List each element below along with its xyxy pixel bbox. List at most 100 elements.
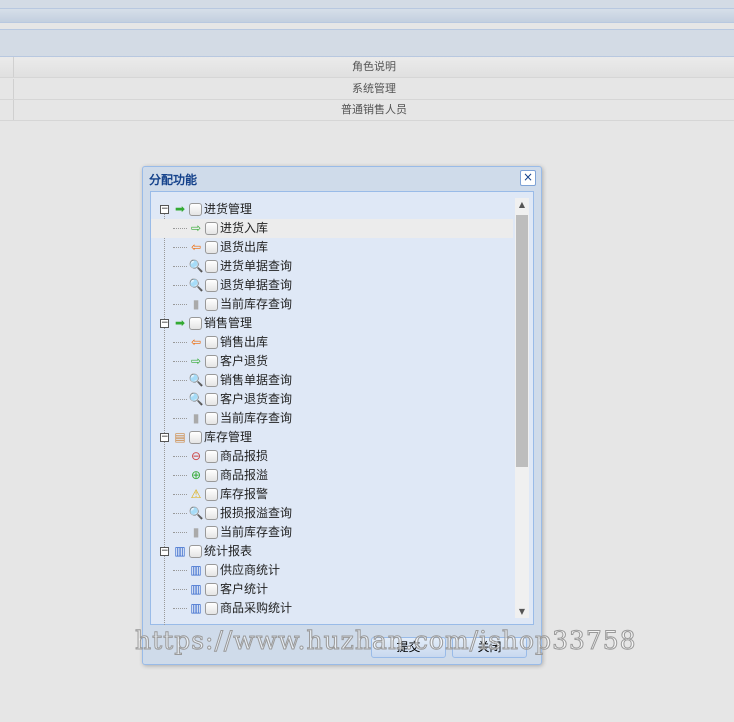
checkbox[interactable] xyxy=(205,279,218,292)
tree-node-label: 退货出库 xyxy=(220,240,269,254)
arrow-right-icon: ⇨ xyxy=(190,221,202,235)
checkbox[interactable] xyxy=(205,450,218,463)
tree-node-label: 进货入库 xyxy=(220,221,269,235)
tree-node-label: 退货单据查询 xyxy=(220,278,293,292)
doc-search-icon: 🔍 xyxy=(188,373,204,387)
tree-item[interactable]: ▥ 商品采购统计 xyxy=(151,599,513,618)
tree-node-label: 商品报溢 xyxy=(220,468,269,482)
collapse-toggle-icon[interactable]: − xyxy=(160,205,169,214)
tree-item[interactable]: ▥ 供应商统计 xyxy=(151,561,513,580)
tree-item[interactable]: ⊖ 商品报损 xyxy=(151,447,513,466)
doc-search-icon: 🔍 xyxy=(188,506,204,520)
cell-role-desc: 普通销售人员 xyxy=(341,103,407,116)
table-row[interactable]: 系统管理 xyxy=(0,79,734,100)
checkbox[interactable] xyxy=(205,222,218,235)
checkbox[interactable] xyxy=(205,374,218,387)
tree-item[interactable]: ⇨ 客户退货 xyxy=(151,352,513,371)
close-icon[interactable]: × xyxy=(520,170,536,186)
checkbox[interactable] xyxy=(189,545,202,558)
tree-group[interactable]: − ➡ 销售管理 xyxy=(151,314,513,333)
bar-chart-icon: ▥ xyxy=(174,544,186,558)
tree-item[interactable]: ⇨ 进货入库 xyxy=(151,219,513,238)
checkbox[interactable] xyxy=(205,488,218,501)
tree-node-label: 当前库存查询 xyxy=(220,525,293,539)
tree-node-label: 报损报溢查询 xyxy=(220,506,293,520)
tree-item[interactable]: 🔍 客户退货查询 xyxy=(151,390,513,409)
scrollbar-thumb[interactable] xyxy=(516,215,528,467)
tree-node-label: 进货管理 xyxy=(204,202,253,216)
arrow-left-icon: ⇦ xyxy=(190,240,202,254)
checkbox[interactable] xyxy=(205,336,218,349)
tree-item[interactable]: 🔍 报损报溢查询 xyxy=(151,504,513,523)
checkbox[interactable] xyxy=(189,317,202,330)
checkbox[interactable] xyxy=(205,393,218,406)
database-icon: ▮ xyxy=(192,411,200,425)
checkbox[interactable] xyxy=(189,203,202,216)
tree-node-label: 商品报损 xyxy=(220,449,269,463)
collapse-toggle-icon[interactable]: − xyxy=(160,319,169,328)
tree-item[interactable]: ⇦ 退货出库 xyxy=(151,238,513,257)
tree-node-label: 库存管理 xyxy=(204,430,253,444)
tree-node-label: 销售单据查询 xyxy=(220,373,293,387)
tree-group[interactable]: − ▤ 库存管理 xyxy=(151,428,513,447)
tree-item[interactable]: ▥ 客户统计 xyxy=(151,580,513,599)
doc-search-icon: 🔍 xyxy=(188,278,204,292)
checkbox[interactable] xyxy=(205,507,218,520)
function-tree: − ➡ 进货管理 ⇨ 进货入库 ⇦ 退货出库 🔍 进货单据查询 🔍 退货单据查询 ▮ 当前库存查询 − ➡ 销… xyxy=(151,200,513,625)
collapse-toggle-icon[interactable]: − xyxy=(160,547,169,556)
db-minus-icon: ⊖ xyxy=(190,449,202,463)
tree-item[interactable]: ▮ 当前库存查询 xyxy=(151,523,513,542)
scrollbar[interactable]: ▲ ▼ xyxy=(515,198,529,618)
tree-item[interactable]: ⇦ 销售出库 xyxy=(151,333,513,352)
arrow-right-icon: ⇨ xyxy=(190,354,202,368)
checkbox[interactable] xyxy=(205,583,218,596)
tree-group[interactable]: − ➡ 进货管理 xyxy=(151,200,513,219)
tree-item[interactable]: 🔍 退货单据查询 xyxy=(151,276,513,295)
tree-node-label: 当前库存查询 xyxy=(220,411,293,425)
tree-item[interactable]: ▮ 当前库存查询 xyxy=(151,409,513,428)
column-header-role-desc[interactable]: 角色说明 xyxy=(14,57,734,77)
tree-node-label: 销售出库 xyxy=(220,335,269,349)
toolbar-strip xyxy=(0,8,734,23)
tree-node-label: 客户统计 xyxy=(220,582,269,596)
db-plus-icon: ⊕ xyxy=(190,468,202,482)
checkbox[interactable] xyxy=(205,602,218,615)
tree-node-label: 客户退货 xyxy=(220,354,269,368)
tree-item[interactable]: 🔍 进货单据查询 xyxy=(151,257,513,276)
report-icon: ▥ xyxy=(190,601,202,615)
scroll-down-icon[interactable]: ▼ xyxy=(515,607,529,616)
tree-item[interactable]: 🔍 销售单据查询 xyxy=(151,371,513,390)
checkbox[interactable] xyxy=(205,298,218,311)
checkbox[interactable] xyxy=(205,260,218,273)
grid-header: 角色说明 xyxy=(0,57,734,78)
tree-node-label: 统计报表 xyxy=(204,544,253,558)
checkbox[interactable] xyxy=(205,355,218,368)
report-icon: ▥ xyxy=(190,563,202,577)
arrow-left-icon: ⇦ xyxy=(190,335,202,349)
database-icon: ▮ xyxy=(192,525,200,539)
checkbox[interactable] xyxy=(205,564,218,577)
tree-item[interactable]: ▮ 当前库存查询 xyxy=(151,295,513,314)
collapse-toggle-icon[interactable]: − xyxy=(160,433,169,442)
checkbox[interactable] xyxy=(205,469,218,482)
checkbox[interactable] xyxy=(205,241,218,254)
report-icon: ▥ xyxy=(190,582,202,596)
checkbox[interactable] xyxy=(205,412,218,425)
watermark: https://www.huzhan.com/ishop33758 xyxy=(135,626,637,656)
assign-function-dialog: 分配功能 × − ➡ 进货管理 ⇨ 进货入库 ⇦ 退货出库 🔍 进货单据查询 🔍 退货单据查询 ▮ 当前… xyxy=(142,166,542,665)
scroll-up-icon[interactable]: ▲ xyxy=(515,200,529,209)
tree-node-label: 供应商统计 xyxy=(220,563,281,577)
tree-node-label: 商品采购统计 xyxy=(220,601,293,615)
table-row[interactable]: 普通销售人员 xyxy=(0,100,734,121)
tree-node-label: 销售管理 xyxy=(204,316,253,330)
tree-group[interactable]: − ▥ 统计报表 xyxy=(151,542,513,561)
tree-node-label: 客户退货查询 xyxy=(220,392,293,406)
checkbox[interactable] xyxy=(205,526,218,539)
panel-header xyxy=(0,29,734,57)
tree-item[interactable]: ⊕ 商品报溢 xyxy=(151,466,513,485)
checkbox[interactable] xyxy=(189,431,202,444)
function-tree-panel: − ➡ 进货管理 ⇨ 进货入库 ⇦ 退货出库 🔍 进货单据查询 🔍 退货单据查询 ▮ 当前库存查询 − ➡ 销… xyxy=(150,191,534,625)
box-icon: ▤ xyxy=(174,430,186,444)
doc-search-icon: 🔍 xyxy=(188,392,204,406)
tree-item[interactable]: ⚠ 库存报警 xyxy=(151,485,513,504)
